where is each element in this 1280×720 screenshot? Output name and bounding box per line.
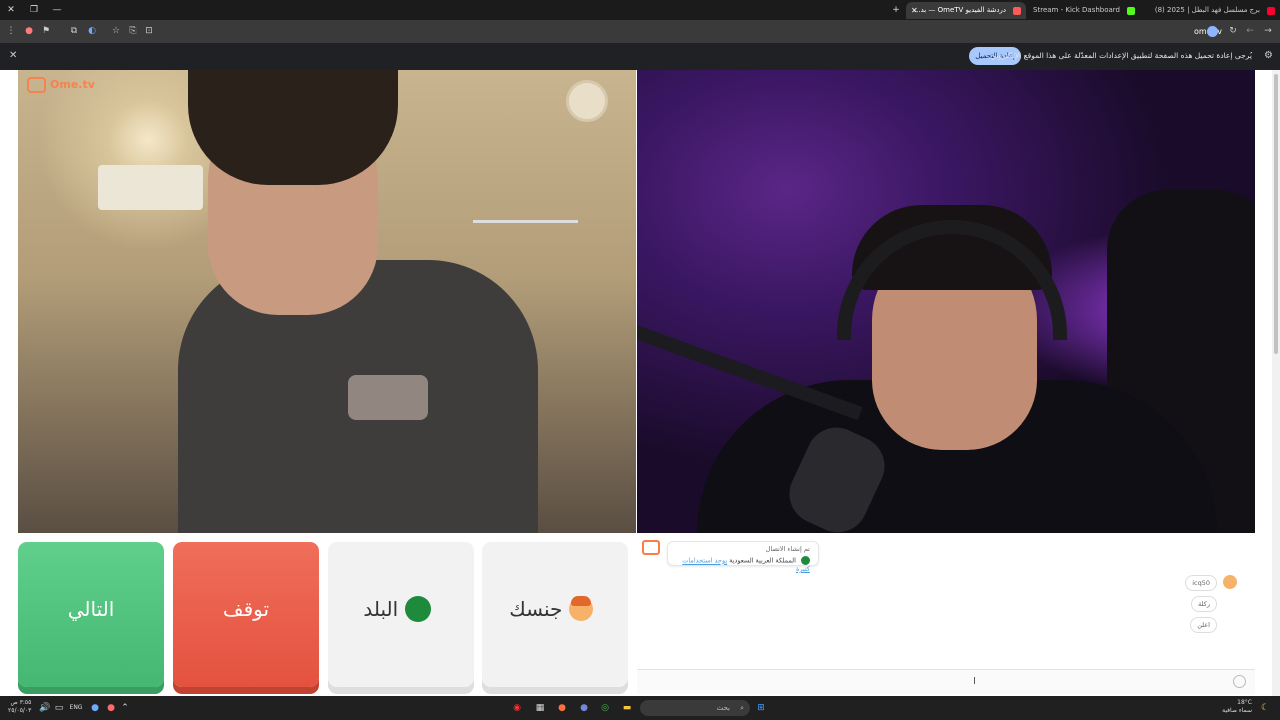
partner-video: Ome.tv xyxy=(18,70,636,533)
clock-date: ٢٥/٠٥/٠٣ xyxy=(8,707,32,714)
weather-temp: 18°C xyxy=(1237,699,1252,706)
firefox-icon[interactable]: ● xyxy=(555,701,569,715)
chat-message: ركلة xyxy=(1191,596,1217,612)
ometv-page: Ome.tv التالي توقف البلد جنسك تم إنشاء ا… xyxy=(0,70,1280,696)
file-explorer-icon[interactable]: ▬ xyxy=(620,701,634,715)
windows-taskbar: ٣:٥٥ ص ٢٥/٠٥/٠٣ 🔊 ▭ ENG ● ● ⌃ ◉ ▦ ● ● ◎ … xyxy=(0,696,1280,720)
reload-icon[interactable]: ↻ xyxy=(1227,25,1239,37)
saudi-flag-icon xyxy=(404,595,431,622)
windows-start-icon[interactable]: ⊞ xyxy=(754,701,768,715)
ometv-favicon-icon xyxy=(1013,7,1021,15)
menu-icon[interactable]: ⋮ xyxy=(5,25,17,37)
shirt-print xyxy=(348,375,428,420)
tab-kick-dashboard[interactable]: Stream - Kick Dashboard xyxy=(1026,2,1140,19)
tab-title: دردشة الفيديو OmeTV — بد... xyxy=(913,6,1006,14)
forward-icon[interactable]: ← xyxy=(1244,25,1256,37)
gear-icon: ⚙ xyxy=(1264,50,1273,61)
chat-input[interactable]: I xyxy=(637,669,1255,694)
ometv-logo-icon xyxy=(27,77,46,93)
extension-icon[interactable]: ● xyxy=(23,25,35,37)
restore-window-icon[interactable]: ❐ xyxy=(27,3,41,17)
tab-title: Stream - Kick Dashboard xyxy=(1033,6,1120,14)
reload-infobar: ✕ إعادة التحميل يُرجى إعادة تحميل هذه ال… xyxy=(0,43,1280,70)
system-message: تم إنشاء الاتصال المملكة العربية السعودي… xyxy=(667,541,819,573)
ometv-chat-icon xyxy=(642,540,660,555)
boy-avatar-icon xyxy=(1223,575,1237,589)
chat-message: اعلن xyxy=(1190,617,1217,633)
site-settings-icon[interactable] xyxy=(1207,26,1218,37)
taskbar-search[interactable]: بحث ⌕ xyxy=(640,700,750,716)
chevron-up-icon[interactable]: ⌃ xyxy=(118,701,132,715)
gender-label: جنسك xyxy=(509,597,563,621)
language-indicator[interactable]: ENG xyxy=(68,701,84,715)
browser-tab-strip: ✕ ❐ — + ✕ دردشة الفيديو OmeTV — بد... St… xyxy=(0,0,1280,20)
bookmark-star-icon[interactable]: ☆ xyxy=(110,25,122,37)
person-hair xyxy=(188,70,398,185)
scrollbar-thumb[interactable] xyxy=(1274,74,1278,354)
next-button[interactable]: التالي xyxy=(18,542,164,687)
weather-desc: سماء صافية xyxy=(1222,707,1252,714)
search-icon: ⌕ xyxy=(740,704,744,712)
stop-button[interactable]: توقف xyxy=(173,542,319,687)
extensions-puzzle-icon[interactable]: ⧉ xyxy=(68,25,80,37)
tab-youtube[interactable]: برج مسلسل فهد البطل | 2025 (8) xyxy=(1140,2,1280,19)
country-button[interactable]: البلد xyxy=(328,542,474,687)
stop-label: توقف xyxy=(222,597,270,621)
ometv-logo-text: Ome.tv xyxy=(50,78,95,91)
page-scrollbar[interactable] xyxy=(1272,70,1280,696)
kick-favicon-icon xyxy=(1127,7,1135,15)
share-icon[interactable]: ⎘ xyxy=(127,25,139,37)
country-label: البلد xyxy=(363,597,399,621)
minimize-window-icon[interactable]: — xyxy=(50,3,64,17)
next-label: التالي xyxy=(67,597,115,621)
weather-widget[interactable]: 18°C سماء صافية xyxy=(1222,699,1252,715)
close-infobar-icon[interactable]: ✕ xyxy=(9,50,17,61)
tab-title: برج مسلسل فهد البطل | 2025 (8) xyxy=(1154,6,1260,14)
gender-button[interactable]: جنسك xyxy=(482,542,628,687)
mic-icon[interactable]: ● xyxy=(88,701,102,715)
infobar-message: يُرجى إعادة تحميل هذه الصفحة لتطبيق الإع… xyxy=(987,51,1252,60)
partner-country-line: المملكة العربية السعودية يوجد استخدامات … xyxy=(676,556,810,573)
wall-hooks xyxy=(473,220,578,242)
ometv-logo: Ome.tv xyxy=(27,77,95,93)
speaker-icon[interactable]: 🔊 xyxy=(38,701,52,715)
clock-time: ٣:٥٥ ص xyxy=(10,699,32,706)
new-tab-button[interactable]: + xyxy=(889,3,903,17)
saudi-flag-icon xyxy=(801,556,810,565)
ceiling-vent xyxy=(566,80,608,122)
self-video xyxy=(637,70,1255,533)
close-tab-icon[interactable]: ✕ xyxy=(911,2,918,19)
network-icon[interactable]: ▭ xyxy=(52,701,66,715)
task-view-icon[interactable]: ▦ xyxy=(533,701,547,715)
browser-toolbar: ⋮ ● ⚑ ⧉ ◐ ☆ ⎘ ⊡ ome.tv ↻ ← → xyxy=(0,20,1280,43)
app-tray-icon[interactable]: ● xyxy=(104,701,118,715)
text-cursor-icon: I xyxy=(973,676,976,687)
emoji-icon[interactable] xyxy=(1233,675,1246,688)
chat-message: icq50 xyxy=(1185,575,1217,591)
youtube-favicon-icon xyxy=(1267,7,1275,15)
tab-ometv[interactable]: ✕ دردشة الفيديو OmeTV — بد... xyxy=(906,2,1026,19)
extension-2-icon[interactable]: ⚑ xyxy=(40,25,52,37)
chrome-icon[interactable]: ◎ xyxy=(598,701,612,715)
chat-panel: تم إنشاء الاتصال المملكة العربية السعودي… xyxy=(637,533,1255,696)
air-conditioner xyxy=(98,165,203,210)
install-app-icon[interactable]: ⊡ xyxy=(143,25,155,37)
discord-icon[interactable]: ● xyxy=(577,701,591,715)
obs-icon[interactable]: ◉ xyxy=(510,701,524,715)
mic-arm xyxy=(637,325,863,421)
moon-weather-icon: ☾ xyxy=(1260,703,1270,713)
connection-established-text: تم إنشاء الاتصال xyxy=(765,545,810,553)
translate-icon[interactable]: ◐ xyxy=(86,25,98,37)
back-icon[interactable]: → xyxy=(1262,25,1274,37)
system-clock[interactable]: ٣:٥٥ ص ٢٥/٠٥/٠٣ xyxy=(8,699,31,715)
partner-country-text: المملكة العربية السعودية xyxy=(729,556,796,565)
boy-avatar-icon xyxy=(568,595,593,621)
close-window-icon[interactable]: ✕ xyxy=(4,3,18,17)
search-placeholder: بحث xyxy=(716,704,730,712)
